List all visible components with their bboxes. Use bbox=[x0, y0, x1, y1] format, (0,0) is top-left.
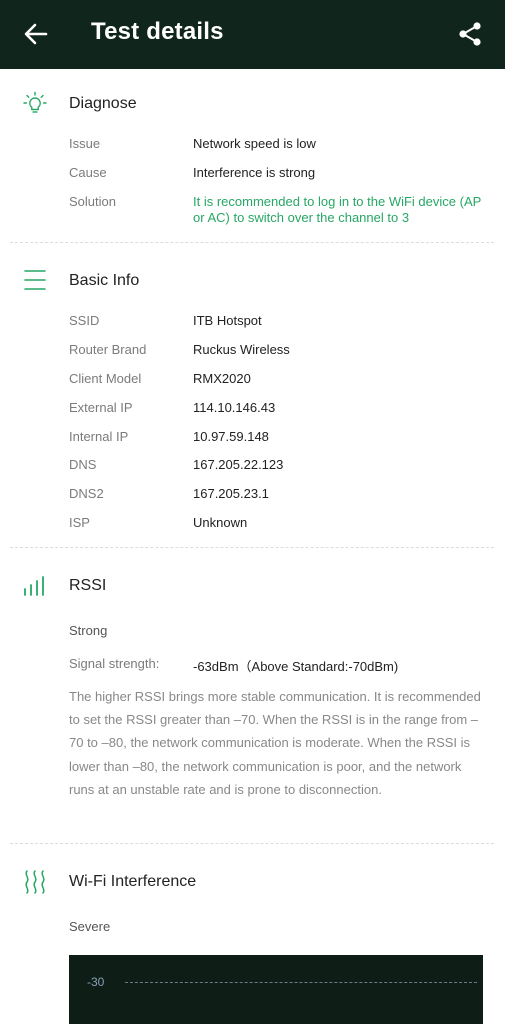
row-value: -63dBm（Above Standard:-70dBm) bbox=[193, 659, 399, 674]
signal-strength-row: Signal strength: -63dBm（Above Standard:-… bbox=[69, 656, 489, 676]
row-value: RMX2020 bbox=[193, 371, 251, 386]
signal-bars-icon bbox=[24, 576, 44, 596]
row-label: Router Brand bbox=[69, 342, 147, 357]
basic-info-title: Basic Info bbox=[69, 272, 140, 289]
row-label: Client Model bbox=[69, 371, 142, 386]
solution-text: It is recommended to log in to the WiFi … bbox=[193, 194, 482, 225]
diagnose-row-solution: Solution It is recommended to log in to … bbox=[69, 194, 489, 228]
lightbulb-icon bbox=[23, 91, 47, 113]
row-value: Ruckus Wireless bbox=[193, 342, 290, 357]
diagnose-row-cause: Cause Interference is strong bbox=[69, 165, 489, 185]
row-value: ITB Hotspot bbox=[193, 313, 262, 328]
diagnose-title: Diagnose bbox=[69, 95, 137, 112]
row-value: Unknown bbox=[193, 515, 248, 530]
row-label: Issue bbox=[69, 136, 101, 151]
row-label: External IP bbox=[69, 400, 133, 415]
row-value: 10.97.59.148 bbox=[193, 429, 269, 444]
rssi-description: The higher RSSI brings more stable commu… bbox=[69, 689, 481, 797]
wifi-interference-title: Wi-Fi Interference bbox=[69, 873, 197, 890]
diagnose-row-issue: Issue Network speed is low bbox=[69, 136, 489, 156]
back-arrow-icon[interactable] bbox=[22, 20, 50, 48]
row-value: Network speed is low bbox=[193, 136, 316, 151]
row-label: DNS bbox=[69, 457, 97, 472]
info-row-external-ip: External IP 114.10.146.43 bbox=[69, 400, 489, 420]
list-icon bbox=[24, 270, 46, 290]
divider bbox=[10, 242, 494, 243]
info-row-ssid: SSID ITB Hotspot bbox=[69, 313, 489, 333]
row-value: Interference is strong bbox=[193, 165, 316, 180]
divider bbox=[10, 843, 494, 844]
y-axis-tick: -30 bbox=[87, 975, 105, 989]
grid-line bbox=[125, 982, 477, 983]
divider bbox=[10, 547, 494, 548]
share-icon[interactable] bbox=[456, 20, 484, 48]
rssi-status: Strong bbox=[69, 623, 108, 638]
row-value: 167.205.22.123 bbox=[193, 457, 284, 472]
row-label: DNS2 bbox=[69, 486, 104, 501]
info-row-router-brand: Router Brand Ruckus Wireless bbox=[69, 342, 489, 362]
row-value: 167.205.23.1 bbox=[193, 486, 269, 501]
info-row-internal-ip: Internal IP 10.97.59.148 bbox=[69, 429, 489, 449]
interference-chart: -30 bbox=[69, 955, 483, 1024]
app-bar: Test details bbox=[0, 0, 505, 69]
row-label: Solution bbox=[69, 194, 116, 209]
info-row-client-model: Client Model RMX2020 bbox=[69, 371, 489, 391]
row-label: Signal strength: bbox=[69, 656, 160, 671]
info-row-dns2: DNS2 167.205.23.1 bbox=[69, 486, 489, 506]
row-label: SSID bbox=[69, 313, 100, 328]
page-title: Test details bbox=[91, 18, 224, 45]
rssi-title: RSSI bbox=[69, 577, 107, 594]
interference-status: Severe bbox=[69, 919, 111, 934]
row-value: 114.10.146.43 bbox=[193, 400, 276, 415]
waves-icon bbox=[25, 870, 45, 894]
row-label: ISP bbox=[69, 515, 90, 530]
info-row-dns: DNS 167.205.22.123 bbox=[69, 457, 489, 477]
row-label: Cause bbox=[69, 165, 107, 180]
row-label: Internal IP bbox=[69, 429, 129, 444]
info-row-isp: ISP Unknown bbox=[69, 515, 489, 535]
